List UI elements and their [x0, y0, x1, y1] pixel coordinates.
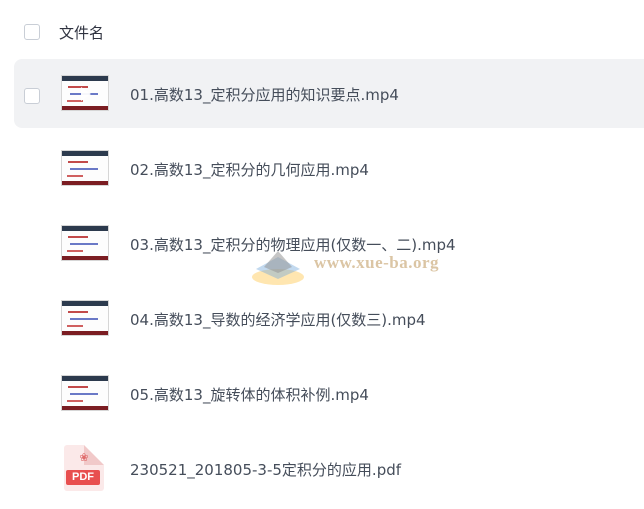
- file-name[interactable]: 03.高数13_定积分的物理应用(仅数一、二).mp4: [130, 234, 456, 255]
- file-list-header: 文件名: [0, 0, 644, 62]
- file-row[interactable]: 04.高数13_导数的经济学应用(仅数三).mp4: [14, 284, 644, 359]
- video-thumbnail-icon: [61, 150, 109, 186]
- video-thumbnail-icon: [61, 375, 109, 411]
- row-checkbox[interactable]: [24, 88, 40, 104]
- video-thumbnail-icon: [61, 225, 109, 261]
- file-name[interactable]: 01.高数13_定积分应用的知识要点.mp4: [130, 84, 399, 105]
- file-list: 01.高数13_定积分应用的知识要点.mp4 02.高数13_定积分的几何应用.…: [14, 59, 644, 509]
- video-thumbnail-icon: [61, 75, 109, 111]
- file-name[interactable]: 230521_201805-3-5定积分的应用.pdf: [130, 459, 401, 480]
- file-row[interactable]: 05.高数13_旋转体的体积补例.mp4: [14, 359, 644, 434]
- file-name[interactable]: 04.高数13_导数的经济学应用(仅数三).mp4: [130, 309, 426, 330]
- column-header-filename[interactable]: 文件名: [59, 22, 104, 43]
- pdf-file-icon: ❀ PDF: [64, 445, 104, 491]
- file-row[interactable]: 02.高数13_定积分的几何应用.mp4: [14, 134, 644, 209]
- file-name[interactable]: 05.高数13_旋转体的体积补例.mp4: [130, 384, 369, 405]
- video-thumbnail-icon: [61, 300, 109, 336]
- file-name[interactable]: 02.高数13_定积分的几何应用.mp4: [130, 159, 369, 180]
- play-icon: [81, 87, 91, 101]
- file-row[interactable]: ❀ PDF 230521_201805-3-5定积分的应用.pdf: [14, 434, 644, 509]
- file-row[interactable]: 03.高数13_定积分的物理应用(仅数一、二).mp4: [14, 209, 644, 284]
- file-row[interactable]: 01.高数13_定积分应用的知识要点.mp4: [14, 59, 644, 128]
- select-all-checkbox[interactable]: [24, 24, 40, 40]
- acrobat-icon: ❀: [79, 451, 89, 464]
- pdf-badge: PDF: [66, 470, 100, 485]
